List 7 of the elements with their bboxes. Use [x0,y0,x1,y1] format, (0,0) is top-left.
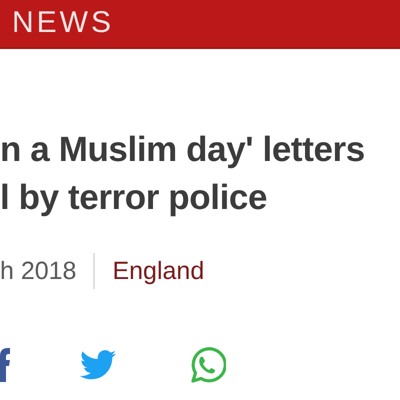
section-link[interactable]: England [112,256,204,286]
brand-logo[interactable]: NEWS [12,6,114,40]
facebook-icon[interactable] [0,348,10,382]
twitter-icon[interactable] [80,350,116,380]
publish-date: h 2018 [0,256,76,286]
headline-line: l by terror police [0,177,268,219]
headline-line: n a Muslim day' letters [0,129,365,171]
